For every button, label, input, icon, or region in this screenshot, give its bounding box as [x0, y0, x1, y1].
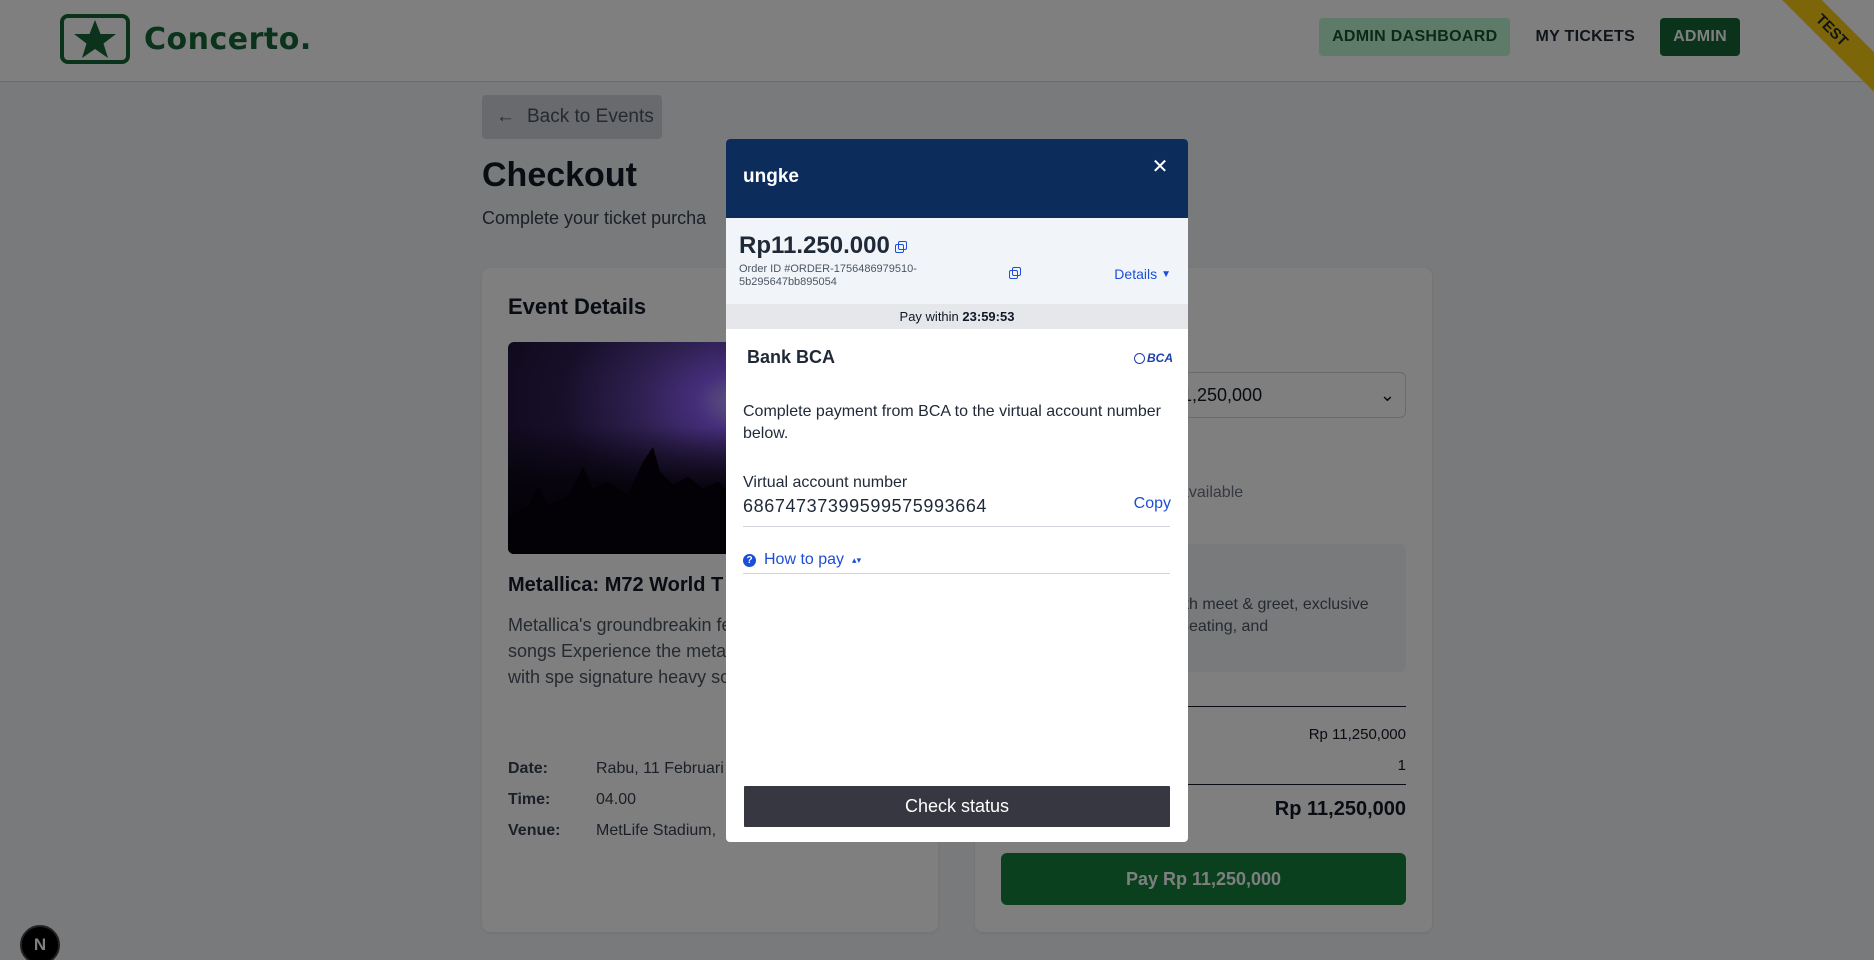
- virtual-account-number: 686747373995995759936​64: [743, 496, 988, 516]
- payment-amount-row: Rp11.250.000: [739, 232, 907, 260]
- copy-va-button[interactable]: Copy: [1134, 495, 1171, 513]
- merchant-name: ungke: [743, 166, 799, 187]
- sort-caret-icon: ▴▾: [852, 554, 862, 565]
- timer-value: 23:59:53: [962, 309, 1015, 324]
- bca-logo: BCA: [1134, 351, 1173, 365]
- caret-down-icon: ▼: [1161, 268, 1171, 280]
- bca-emblem-icon: [1134, 352, 1145, 364]
- how-to-pay-label: How to pay: [764, 551, 845, 568]
- payment-summary: Rp11.250.000 Order ID #ORDER-17564869795…: [726, 218, 1188, 304]
- va-divider: [743, 526, 1170, 527]
- how-to-pay-toggle[interactable]: ? How to pay ▴▾: [743, 551, 861, 569]
- close-icon[interactable]: ✕: [1150, 157, 1170, 177]
- bca-logo-text: BCA: [1147, 351, 1173, 365]
- timer-label: Pay within: [899, 309, 959, 324]
- details-label: Details: [1114, 266, 1158, 282]
- payment-modal: ungke ✕ Rp11.250.000 Order ID #ORDER-175…: [726, 139, 1188, 842]
- payment-timer: Pay within 23:59:53: [726, 304, 1188, 329]
- payment-amount: Rp11.250.000: [739, 232, 890, 259]
- details-toggle[interactable]: Details ▼: [1114, 266, 1171, 282]
- payment-instruction: Complete payment from BCA to the virtual…: [743, 403, 1161, 442]
- modal-header: ungke ✕: [726, 139, 1188, 218]
- copy-order-id-icon[interactable]: [1009, 267, 1021, 279]
- help-icon: ?: [743, 553, 756, 567]
- virtual-account-label: Virtual account number: [743, 474, 908, 491]
- bank-name: Bank BCA: [747, 347, 836, 367]
- order-id: Order ID #ORDER-1756486979510-5b295647bb…: [739, 263, 917, 288]
- check-status-button[interactable]: Check status: [744, 786, 1170, 827]
- how-to-pay-divider: [743, 573, 1170, 574]
- copy-amount-icon[interactable]: [894, 240, 907, 253]
